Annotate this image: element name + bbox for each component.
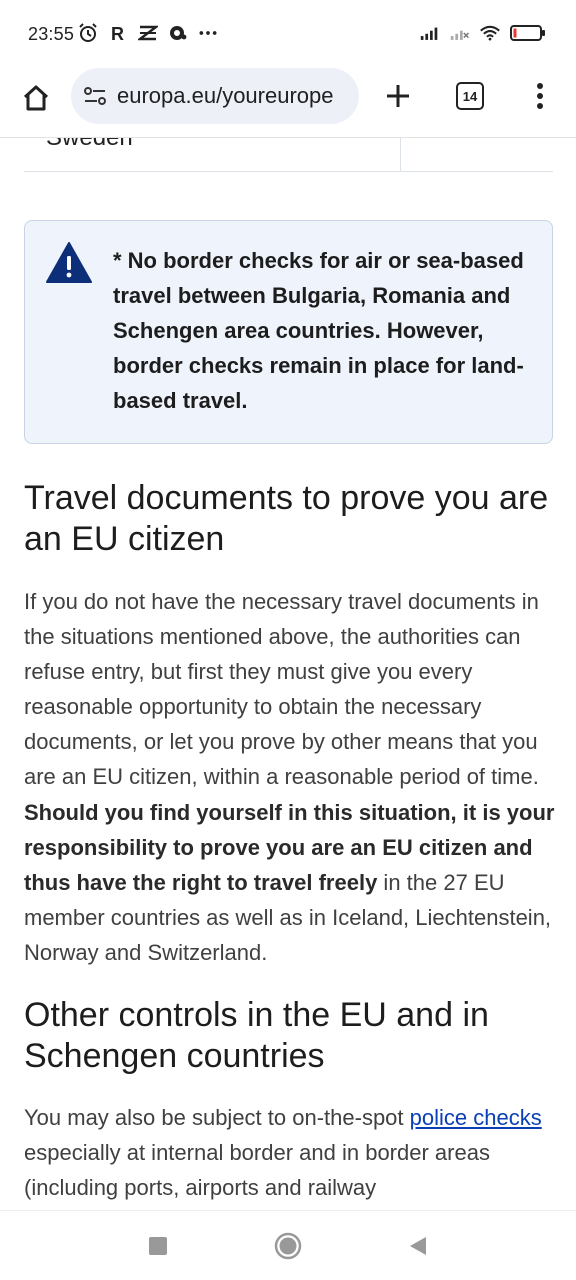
recents-button[interactable] (143, 1231, 173, 1261)
section-title-travel-documents: Travel documents to prove you are an EU … (24, 479, 549, 558)
tab-switcher-button[interactable]: 14 (456, 82, 484, 110)
travel-documents-paragraph: If you do not have the necessary travel … (24, 584, 556, 970)
paragraph-text: If you do not have the necessary travel … (24, 589, 539, 790)
app-icon (138, 22, 158, 44)
system-icons (420, 22, 546, 44)
other-controls-paragraph: You may also be subject to on-the-spot p… (24, 1100, 556, 1205)
table-divider (400, 138, 401, 172)
web-page-content: Sweden * No border checks for air or sea… (0, 138, 576, 1210)
notice-text: * No border checks for air or sea-based … (113, 248, 524, 413)
notification-icons: R (78, 22, 218, 44)
police-checks-link[interactable]: police checks (410, 1105, 542, 1130)
warning-notice: * No border checks for air or sea-based … (24, 220, 553, 444)
more-vertical-icon (537, 83, 543, 109)
browser-toolbar: europa.eu/youreurope 14 (0, 68, 576, 138)
battery-icon (510, 22, 546, 44)
url-text[interactable]: europa.eu/youreurope (117, 83, 334, 109)
address-bar[interactable]: europa.eu/youreurope (71, 68, 359, 124)
back-button[interactable] (403, 1231, 433, 1261)
country-table-row: Sweden (24, 138, 553, 172)
r-app-icon: R (108, 22, 128, 44)
paragraph-text-end: especially at internal border and in bor… (24, 1140, 490, 1201)
warning-icon (46, 242, 92, 283)
tab-count: 14 (462, 88, 478, 104)
signal-icon (420, 22, 440, 44)
browser-menu-button[interactable] (524, 78, 556, 114)
chat-icon (168, 22, 188, 44)
svg-text:R: R (111, 24, 124, 43)
section-title-other-controls: Other controls in the EU and in Schengen… (24, 996, 489, 1075)
signal-no-service-icon (450, 22, 470, 44)
system-navigation-bar (0, 1210, 576, 1280)
home-nav-button[interactable] (273, 1231, 303, 1261)
new-tab-button[interactable] (380, 78, 416, 114)
plus-icon (387, 85, 409, 107)
alarm-icon (78, 22, 98, 44)
square-icon (149, 1237, 167, 1255)
home-icon (23, 85, 49, 111)
circle-icon (274, 1232, 302, 1260)
table-cell: Sweden (46, 138, 133, 152)
back-triangle-icon (410, 1237, 426, 1255)
more-dots-icon (198, 22, 218, 44)
wifi-icon (480, 22, 500, 44)
home-button[interactable] (18, 80, 54, 116)
paragraph-text: You may also be subject to on-the-spot (24, 1105, 410, 1130)
status-bar: 23:55 R (0, 0, 576, 68)
status-time: 23:55 (28, 24, 75, 44)
site-settings-icon[interactable] (83, 85, 107, 107)
